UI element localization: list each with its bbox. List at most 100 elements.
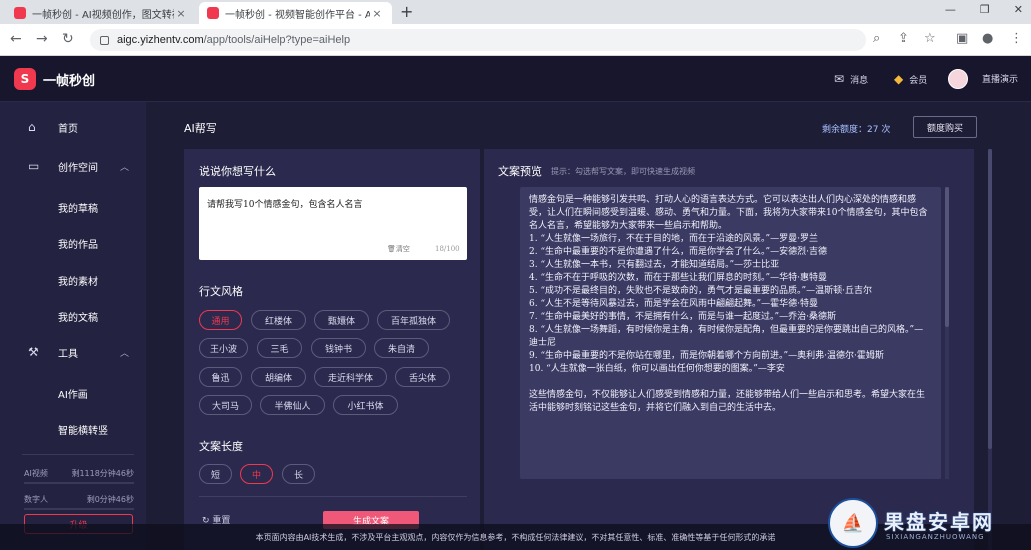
style-chip-hubian[interactable]: 胡编体 bbox=[251, 367, 306, 387]
preview-paragraph: 6. “人生不是等待风暴过去，而是学会在风雨中翩翩起舞。”—霍华德·特曼 bbox=[529, 299, 819, 309]
style-chip-qianzhongshu[interactable]: 钱钟书 bbox=[311, 338, 366, 358]
url-path: /app/tools/aiHelp?type=aiHelp bbox=[203, 34, 351, 46]
char-count: 18/100 bbox=[435, 245, 460, 253]
close-tab-icon[interactable]: × bbox=[370, 7, 384, 20]
sidebar-item-works[interactable]: 我的作品 bbox=[58, 236, 98, 251]
length-chip-short[interactable]: 短 bbox=[199, 464, 232, 484]
quota-label: AI视频 bbox=[24, 469, 48, 478]
quota-value: 剩0分钟46秒 bbox=[86, 495, 134, 504]
url-host: aigc.yizhentv.com bbox=[117, 34, 204, 46]
style-chip-general[interactable]: 通用 bbox=[199, 310, 242, 330]
close-window-icon[interactable]: ✕ bbox=[1014, 3, 1023, 16]
brand-logo[interactable]: S 一帧秒创 bbox=[14, 68, 95, 90]
reload-icon[interactable]: ↻ bbox=[62, 31, 74, 47]
quota-bar bbox=[24, 482, 134, 484]
close-tab-icon[interactable]: × bbox=[174, 7, 188, 20]
address-bar[interactable]: aigc.yizhentv.com/app/tools/aiHelp?type=… bbox=[90, 29, 866, 51]
sidebar-item-tools[interactable]: ⚒ 工具 ︿ bbox=[0, 341, 146, 363]
style-chip-shejian[interactable]: 舌尖体 bbox=[395, 367, 450, 387]
sidebar-item-label: 工具 bbox=[58, 348, 78, 360]
sidebar-item-materials[interactable]: 我的素材 bbox=[58, 273, 98, 288]
sidebar-item-home[interactable]: ⌂ 首页 bbox=[0, 116, 146, 138]
length-label: 文案长度 bbox=[199, 440, 243, 453]
browser-tab-2[interactable]: 一帧秒创 - 视频智能创作平台 - A × bbox=[199, 2, 392, 24]
browser-toolbar: ← → ↻ aigc.yizhentv.com/app/tools/aiHelp… bbox=[0, 24, 1031, 56]
star-icon[interactable]: ☆ bbox=[924, 31, 936, 46]
buy-quota-button[interactable]: 额度购买 bbox=[913, 116, 977, 138]
watermark: ⛵ 果盘安卓网 SIXIANGANZHUOWANG bbox=[828, 498, 1028, 548]
preview-scroll-thumb[interactable] bbox=[945, 187, 949, 327]
restore-icon[interactable]: ❐ bbox=[980, 3, 990, 16]
preview-content[interactable]: 情感金句是一种能够引发共鸣、打动人心的语言表达方式。它可以表达出人们内心深处的情… bbox=[520, 187, 941, 479]
sidebar-item-label: 首页 bbox=[58, 123, 78, 135]
sidebar-item-ai-painting[interactable]: AI作画 bbox=[58, 386, 88, 401]
sidebar-item-landscape-to-portrait[interactable]: 智能横转竖 bbox=[58, 422, 108, 437]
menu-icon[interactable]: ⋮ bbox=[1010, 31, 1023, 46]
sidebar-item-create-space[interactable]: ▭ 创作空间 ︿ bbox=[0, 155, 146, 177]
style-chip-xiaohongshu[interactable]: 小红书体 bbox=[333, 395, 398, 415]
home-icon: ⌂ bbox=[28, 120, 36, 134]
style-chip-dasima[interactable]: 大司马 bbox=[199, 395, 252, 415]
chevron-up-icon: ︿ bbox=[120, 162, 130, 173]
quota-ai-video: AI视频 剩1118分钟46秒 bbox=[24, 468, 134, 484]
preview-hint: 提示：勾选帮写文案，即可快速生成视频 bbox=[551, 167, 695, 176]
minimize-icon[interactable]: — bbox=[945, 3, 956, 16]
new-tab-icon[interactable]: + bbox=[400, 2, 413, 21]
logo-icon: S bbox=[14, 68, 36, 90]
avatar[interactable] bbox=[948, 69, 968, 89]
tab-title: 一帧秒创 - AI视频创作，图文转视 bbox=[32, 9, 174, 21]
forward-icon[interactable]: → bbox=[36, 31, 48, 47]
length-chip-long[interactable]: 长 bbox=[282, 464, 315, 484]
tab-favicon-icon bbox=[14, 7, 26, 19]
profile-icon[interactable]: ● bbox=[982, 31, 993, 46]
monitor-icon: ▭ bbox=[28, 159, 40, 173]
clear-button[interactable]: 🗑清空 bbox=[387, 244, 410, 254]
sidebar-item-drafts[interactable]: 我的草稿 bbox=[58, 200, 98, 215]
preview-paragraph: 5. “成功不是最终目的，失败也不是致命的，勇气才是最重要的品质。”—温斯顿·丘… bbox=[529, 286, 873, 296]
style-chip-sanmao[interactable]: 三毛 bbox=[257, 338, 302, 358]
preview-paragraph: 这些情感金句，不仅能够让人们感受到情感和力量，还能够带给人们一些启示和思考。希望… bbox=[529, 390, 926, 413]
sidebar: ⌂ 首页 ▭ 创作空间 ︿ 我的草稿 我的作品 我的素材 我的文稿 ⚒ 工具 ︿… bbox=[0, 102, 146, 550]
style-chip-zhuziqing[interactable]: 朱自清 bbox=[374, 338, 429, 358]
remaining-quota: 剩余额度：27 次 bbox=[822, 125, 891, 135]
clear-label: 清空 bbox=[395, 245, 410, 253]
style-chip-solitude[interactable]: 百年孤独体 bbox=[377, 310, 450, 330]
preview-paragraph: 情感金句是一种能够引发共鸣、打动人心的语言表达方式。它可以表达出人们内心深处的情… bbox=[529, 195, 928, 231]
preview-paragraph: 1. “人生就像一场旅行，不在于目的地，而在于沿途的风景。”—罗曼·罗兰 bbox=[529, 234, 819, 244]
sidebar-item-scripts[interactable]: 我的文稿 bbox=[58, 309, 98, 324]
style-chip-banfo[interactable]: 半佛仙人 bbox=[260, 395, 325, 415]
tab-favicon-icon bbox=[207, 7, 219, 19]
style-chip-honglou[interactable]: 红楼体 bbox=[251, 310, 306, 330]
prompt-text: 请帮我写10个情感金句，包含名人名言 bbox=[207, 200, 363, 210]
style-chip-science[interactable]: 走近科学体 bbox=[314, 367, 387, 387]
preview-paragraph: 3. “人生就像一本书，只有翻过去，才能知道结局。”—莎士比亚 bbox=[529, 260, 780, 270]
live-demo-button[interactable]: 直播演示 bbox=[982, 72, 1018, 85]
length-chip-medium[interactable]: 中 bbox=[240, 464, 273, 484]
preview-paragraph: 8. “人生就像一场舞蹈，有时候你是主角，有时候你是配角，但最重要的是你要跳出自… bbox=[529, 325, 924, 348]
page-scrollbar[interactable] bbox=[988, 149, 992, 550]
back-icon[interactable]: ← bbox=[10, 31, 22, 47]
toolbox-icon: ⚒ bbox=[28, 345, 39, 359]
sidebar-divider bbox=[22, 454, 134, 455]
browser-tab-1[interactable]: 一帧秒创 - AI视频创作，图文转视 × bbox=[6, 2, 196, 24]
tab-title: 一帧秒创 - 视频智能创作平台 - A bbox=[225, 9, 370, 21]
preview-paragraph: 2. “生命中最重要的不是你遭遇了什么，而是你学会了什么。”—安德烈·吉德 bbox=[529, 247, 828, 257]
sidepanel-icon[interactable]: ▣ bbox=[956, 31, 968, 46]
app-header: S 一帧秒创 ✉ 消息 ◆ 会员 直播演示 bbox=[0, 56, 1031, 102]
style-chip-luxun[interactable]: 鲁迅 bbox=[199, 367, 242, 387]
preview-paragraph: 7. “生命中最美好的事情，不是拥有什么，而是与谁一起度过。”—乔治·桑德斯 bbox=[529, 312, 837, 322]
member-button[interactable]: ◆ 会员 bbox=[894, 72, 927, 86]
watermark-subtext: SIXIANGANZHUOWANG bbox=[886, 533, 985, 541]
page-scroll-thumb[interactable] bbox=[988, 149, 992, 449]
messages-button[interactable]: ✉ 消息 bbox=[834, 72, 868, 86]
zoom-icon[interactable]: ⌕ bbox=[873, 31, 880, 46]
preview-spacer bbox=[529, 376, 932, 389]
trash-icon: 🗑 bbox=[387, 245, 396, 253]
style-chip-wangxiaobo[interactable]: 王小波 bbox=[199, 338, 248, 358]
preview-scrollbar[interactable] bbox=[945, 187, 949, 479]
prompt-textarea[interactable]: 请帮我写10个情感金句，包含名人名言 🗑清空 18/100 bbox=[199, 187, 467, 260]
quota-value: 剩1118分钟46秒 bbox=[71, 469, 134, 478]
watermark-logo-icon: ⛵ bbox=[828, 498, 878, 548]
share-icon[interactable]: ⇪ bbox=[898, 31, 909, 46]
style-chip-zhenhuan[interactable]: 甄嬛体 bbox=[314, 310, 369, 330]
